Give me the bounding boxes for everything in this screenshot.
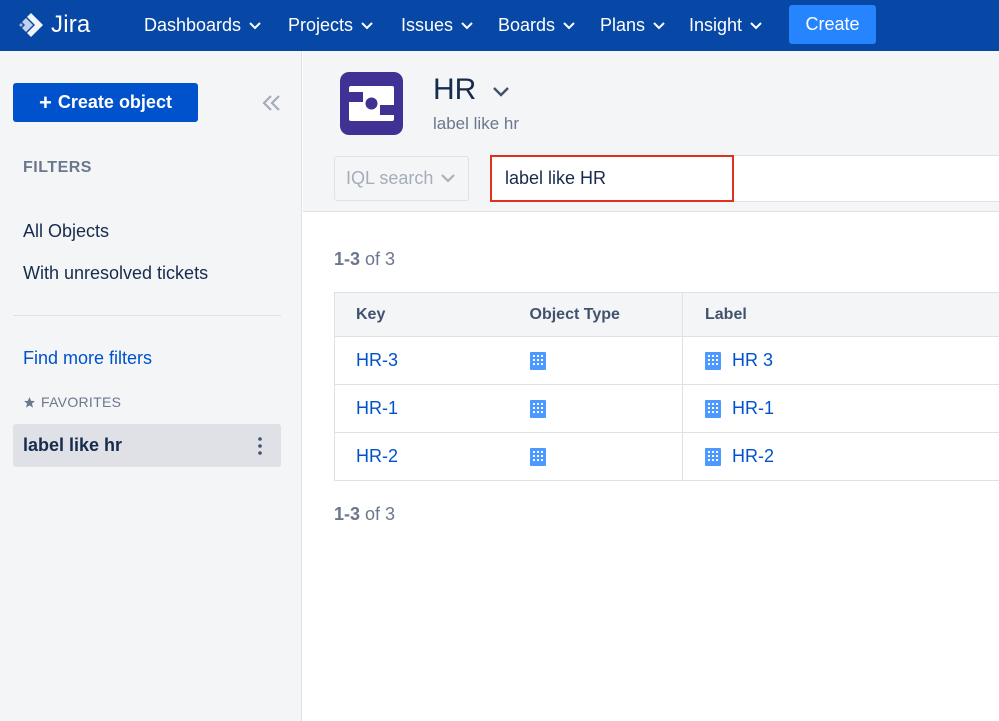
- chevron-down-icon: [249, 21, 261, 29]
- table-row: HR-1 HR-1: [334, 384, 999, 433]
- nav-insight[interactable]: Insight: [689, 0, 762, 51]
- object-label-text: HR-2: [732, 446, 775, 467]
- object-type-cell: [508, 336, 683, 385]
- schema-title: HR: [433, 73, 477, 106]
- object-label-text: HR 3: [732, 350, 774, 371]
- nav-plans[interactable]: Plans: [600, 0, 665, 51]
- building-icon: [529, 352, 546, 371]
- building-icon: [529, 400, 546, 419]
- chevron-down-icon: [563, 21, 575, 29]
- nav-insight-label: Insight: [689, 15, 743, 35]
- star-icon: [24, 396, 35, 408]
- results-range-rest: of 3: [365, 504, 396, 524]
- object-label-text: HR-1: [732, 398, 775, 419]
- plus-icon: +: [39, 89, 52, 115]
- nav-issues[interactable]: Issues: [401, 0, 473, 51]
- favorite-filter-item[interactable]: label like hr: [13, 424, 281, 467]
- nav-issues-label: Issues: [401, 15, 454, 35]
- brand-name: Jira: [51, 11, 91, 38]
- chevron-down-icon: [653, 21, 665, 29]
- object-label-link[interactable]: HR-2: [682, 432, 999, 481]
- building-icon: [705, 399, 721, 418]
- find-more-filters-link[interactable]: Find more filters: [23, 348, 152, 369]
- column-header-key[interactable]: Key: [334, 292, 509, 337]
- jira-logo-icon: [19, 13, 43, 37]
- building-icon: [529, 448, 546, 467]
- object-key-link[interactable]: HR-1: [334, 384, 509, 433]
- sidebar-divider: [13, 315, 281, 316]
- favorites-heading: FAVORITES: [23, 394, 121, 410]
- nav-boards-label: Boards: [498, 15, 556, 35]
- chevron-down-icon: [441, 174, 456, 183]
- nav-dashboards[interactable]: Dashboards: [144, 0, 261, 51]
- object-type-cell: [508, 432, 683, 481]
- filter-unresolved-tickets[interactable]: With unresolved tickets: [23, 263, 208, 284]
- nav-projects[interactable]: Projects: [288, 0, 373, 51]
- chevron-down-icon: [461, 21, 473, 29]
- chevron-down-icon[interactable]: [490, 81, 512, 103]
- jira-logo[interactable]: Jira: [18, 11, 90, 39]
- results-range-bottom: 1-3 of 3: [334, 504, 395, 525]
- more-vertical-icon[interactable]: [257, 436, 263, 456]
- results-range-rest: of 3: [365, 249, 396, 269]
- table-row: HR-2 HR-2: [334, 432, 999, 481]
- nav-plans-label: Plans: [600, 15, 646, 35]
- schema-icon: [340, 72, 403, 135]
- schema-subtitle: label like hr: [433, 114, 519, 133]
- column-header-label[interactable]: Label: [682, 292, 999, 337]
- sidebar: + Create object FILTERS All Objects With…: [0, 51, 302, 721]
- object-schema-header: HR label like hr IQL search: [303, 51, 999, 212]
- object-key-link[interactable]: HR-3: [334, 336, 509, 385]
- filters-heading: FILTERS: [23, 159, 92, 176]
- column-header-object-type[interactable]: Object Type: [508, 292, 683, 337]
- table-header-row: Key Object Type Label: [334, 292, 999, 337]
- favorites-heading-label: FAVORITES: [41, 394, 122, 410]
- object-type-cell: [508, 384, 683, 433]
- filter-all-objects[interactable]: All Objects: [23, 221, 109, 242]
- results-range-top: 1-3 of 3: [334, 249, 395, 270]
- building-icon: [705, 351, 721, 370]
- create-object-label: Create object: [57, 92, 172, 112]
- object-key-link[interactable]: HR-2: [334, 432, 509, 481]
- create-object-button[interactable]: + Create object: [13, 83, 198, 122]
- create-button[interactable]: Create: [789, 5, 876, 44]
- chevron-down-icon: [750, 21, 762, 29]
- nav-dashboards-label: Dashboards: [144, 15, 242, 35]
- results-range-bold: 1-3: [334, 249, 361, 269]
- top-navigation: Jira Dashboards Projects Issues Boards P…: [0, 0, 999, 51]
- search-mode-label: IQL search: [346, 168, 434, 188]
- object-label-link[interactable]: HR-1: [682, 384, 999, 433]
- collapse-sidebar-icon[interactable]: [261, 92, 283, 114]
- results-table: Key Object Type Label HR-3 HR 3 HR-1 HR-…: [334, 292, 999, 481]
- search-mode-select[interactable]: IQL search: [334, 156, 469, 201]
- nav-boards[interactable]: Boards: [498, 0, 575, 51]
- results-range-bold: 1-3: [334, 504, 361, 524]
- chevron-down-icon: [361, 21, 373, 29]
- object-label-link[interactable]: HR 3: [682, 336, 999, 385]
- iql-query-input[interactable]: [490, 155, 734, 202]
- table-row: HR-3 HR 3: [334, 336, 999, 385]
- nav-projects-label: Projects: [288, 15, 354, 35]
- building-icon: [705, 447, 721, 466]
- favorite-filter-label: label like hr: [23, 435, 123, 455]
